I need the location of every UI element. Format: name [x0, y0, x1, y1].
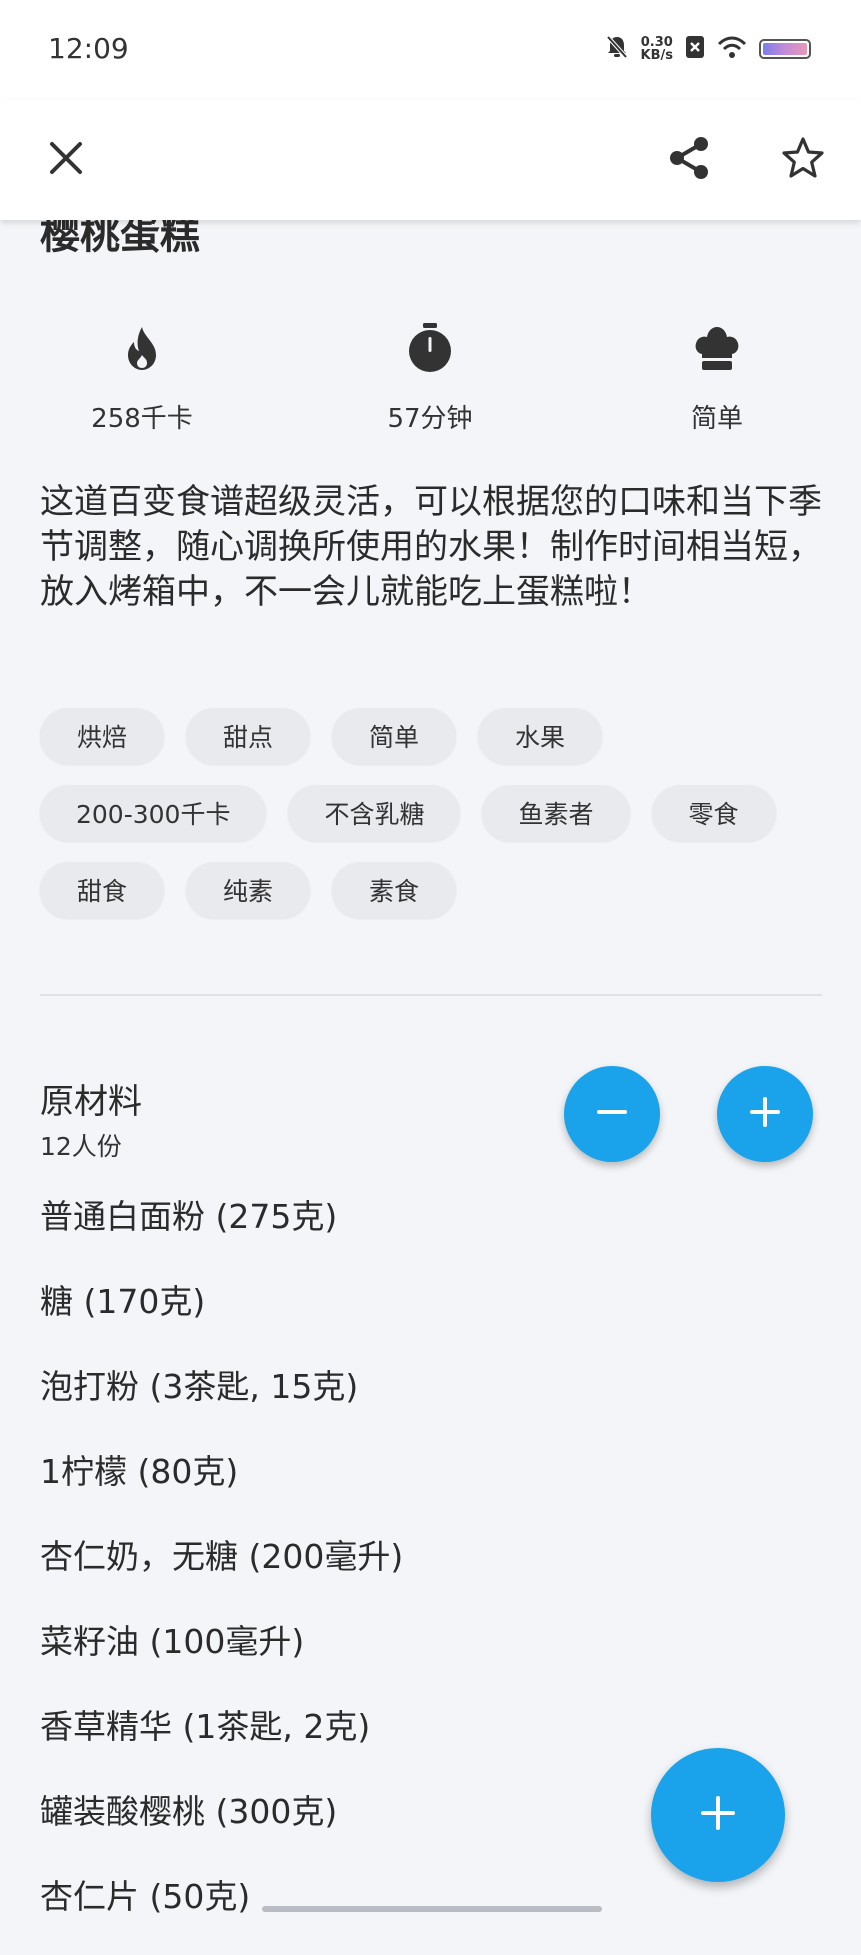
network-speed: 0.30 KB/s: [640, 35, 673, 63]
chef-hat-icon: [607, 318, 827, 378]
star-outline-icon: [781, 136, 825, 184]
tag-chip[interactable]: 简单: [332, 708, 456, 764]
ingredient-item: 杏仁片 (50克): [40, 1877, 251, 1916]
tag-row: 甜食 纯素 素食: [40, 862, 840, 918]
tag-chip[interactable]: 200-300千卡: [40, 785, 267, 841]
top-toolbar: [0, 100, 861, 220]
calories-stat: 258千卡: [32, 318, 252, 435]
difficulty-label: 简单: [690, 404, 743, 434]
tag-chip[interactable]: 鱼素者: [482, 785, 630, 841]
tag-chip[interactable]: 甜食: [40, 862, 164, 918]
decrease-servings-button[interactable]: [564, 1066, 660, 1162]
tag-chip[interactable]: 不含乳糖: [288, 785, 461, 841]
tag-list: 烘焙 甜点 简单 水果 200-300千卡 不含乳糖 鱼素者 零食 甜食 纯素 …: [40, 708, 840, 939]
difficulty-stat: 简单: [607, 318, 827, 435]
section-divider: [40, 994, 822, 996]
ingredients-title: 原材料: [40, 1082, 142, 1122]
tag-chip[interactable]: 甜点: [186, 708, 310, 764]
add-fab-button[interactable]: [651, 1748, 785, 1882]
close-button[interactable]: [36, 130, 96, 190]
ingredient-list: 普通白面粉 (275克) 糖 (170克) 泡打粉 (3茶匙, 15克) 1柠檬…: [40, 1190, 403, 1955]
tag-chip[interactable]: 素食: [332, 862, 456, 918]
flame-icon: [32, 318, 252, 378]
status-icons: 0.30 KB/s: [605, 34, 811, 64]
time-stat: 57分钟: [320, 318, 540, 435]
ingredient-item: 杏仁奶，无糖 (200毫升): [40, 1537, 404, 1576]
bell-muted-icon: [605, 34, 629, 64]
tag-chip[interactable]: 零食: [651, 785, 776, 841]
ingredient-item: 罐装酸樱桃 (300克): [40, 1792, 338, 1831]
plus-icon: [748, 1095, 782, 1133]
recipe-description: 这道百变食谱超级灵活，可以根据您的口味和当下季节调整，随心调换所使用的水果！制作…: [40, 482, 822, 612]
home-indicator[interactable]: [262, 1906, 602, 1912]
ingredient-item: 1柠檬 (80克): [40, 1452, 239, 1491]
tag-chip[interactable]: 水果: [478, 708, 602, 764]
ingredient-item: 糖 (170克): [40, 1282, 206, 1321]
tag-chip[interactable]: 烘焙: [40, 708, 164, 764]
share-button[interactable]: [659, 130, 719, 190]
time-label: 57分钟: [387, 404, 473, 434]
favorite-button[interactable]: [773, 130, 833, 190]
plus-icon: [699, 1794, 737, 1836]
wifi-icon: [717, 35, 747, 63]
tag-row: 烘焙 甜点 简单 水果: [40, 708, 840, 764]
calories-label: 258千卡: [91, 404, 193, 434]
share-icon: [666, 135, 712, 185]
increase-servings-button[interactable]: [717, 1066, 813, 1162]
ingredient-item: 泡打粉 (3茶匙, 15克): [40, 1367, 359, 1406]
servings-count: 12人份: [40, 1132, 122, 1161]
battery-icon: [759, 39, 811, 59]
close-icon: [49, 141, 83, 179]
tag-row: 200-300千卡 不含乳糖 鱼素者 零食: [40, 785, 840, 841]
stopwatch-icon: [320, 318, 540, 378]
ingredient-item: 菜籽油 (100毫升): [40, 1622, 305, 1661]
recipe-content: 樱桃蛋糕 258千卡 57分钟 简单 这道百变食谱超级灵活，可以根据您的口味和当…: [0, 0, 861, 1920]
ingredient-item: 普通白面粉 (275克): [40, 1197, 338, 1236]
sim-x-icon: [685, 35, 705, 63]
minus-icon: [595, 1095, 629, 1133]
tag-chip[interactable]: 纯素: [186, 862, 310, 918]
ingredient-item: 香草精华 (1茶匙, 2克): [40, 1707, 371, 1746]
ingredients-header: 原材料 12人份: [40, 1074, 142, 1163]
status-time: 12:09: [48, 32, 129, 65]
status-bar: 12:09 0.30 KB/s: [0, 0, 861, 100]
